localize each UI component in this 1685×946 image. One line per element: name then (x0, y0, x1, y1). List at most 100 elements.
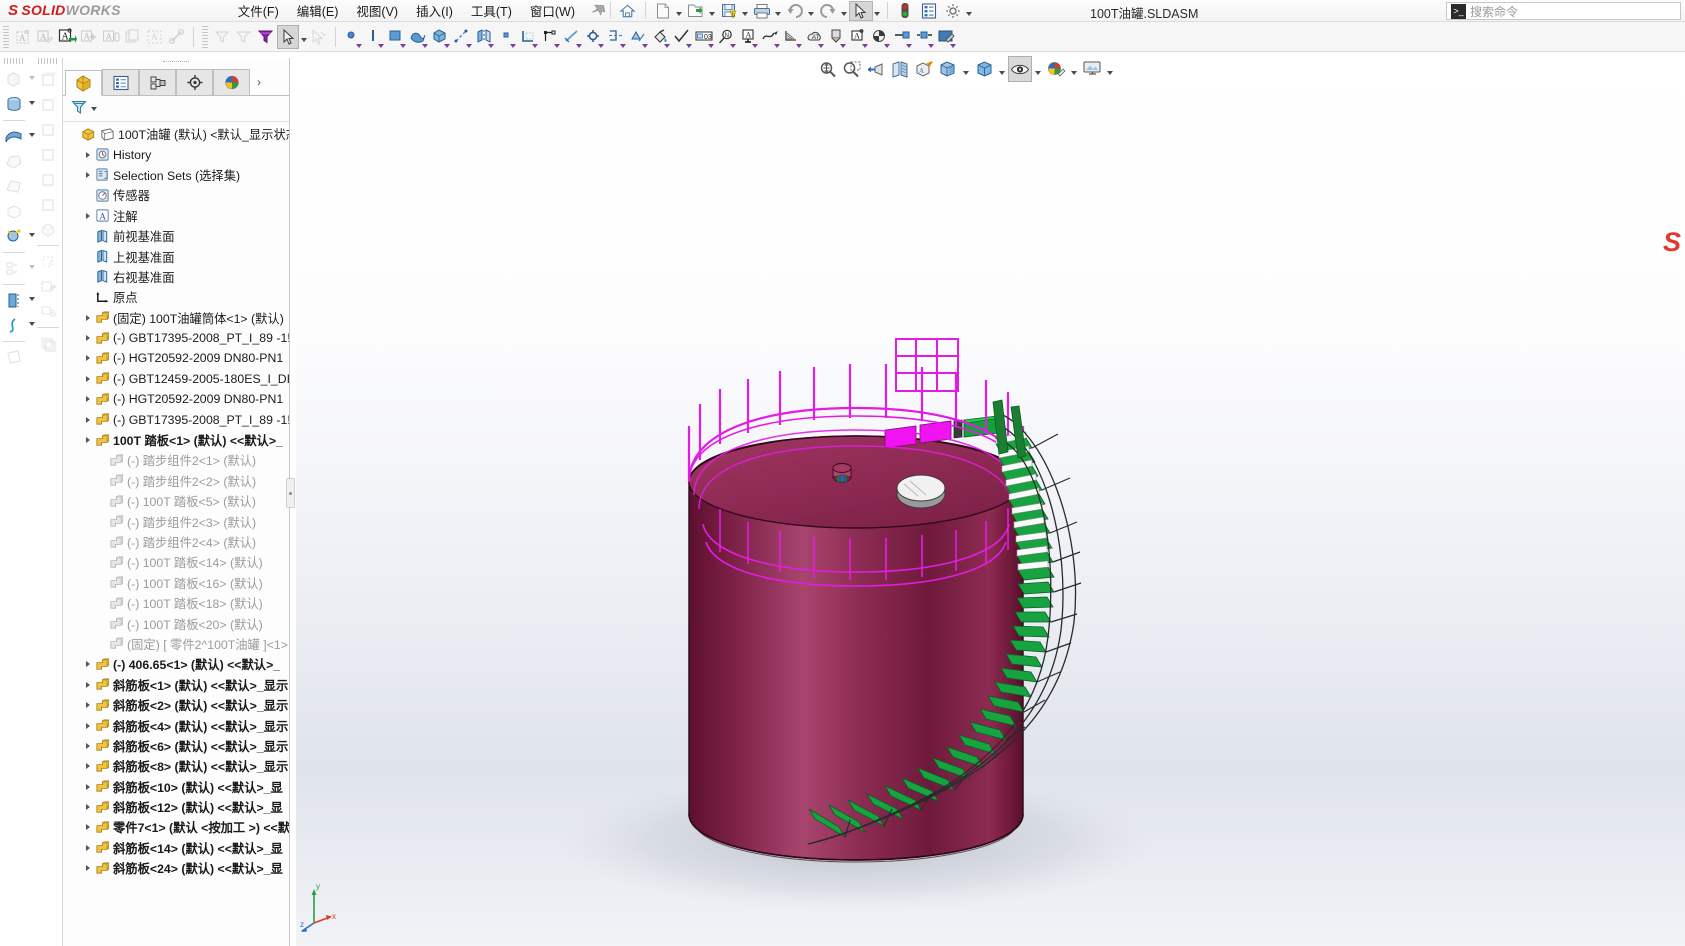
rib-icon[interactable] (1, 288, 35, 313)
expand-arrow-icon[interactable] (81, 841, 94, 854)
weld-symbol-icon[interactable] (781, 25, 803, 49)
expand-arrow-icon[interactable] (81, 719, 94, 732)
tree-node[interactable]: 斜筋板<4> (默认) <<默认>_显示 (63, 715, 289, 735)
panel-splitter-handle[interactable] (286, 478, 295, 508)
pattern-tool-icon[interactable] (627, 25, 649, 49)
select-caret[interactable] (873, 1, 882, 21)
toolbar-grip-2[interactable] (202, 25, 208, 48)
appearance-icon[interactable] (935, 25, 957, 49)
relation-tool-icon[interactable] (539, 25, 561, 49)
save-button[interactable]: ! (717, 1, 741, 21)
tree-node[interactable]: 100T 踏板<1> (默认) <<默认>_ (63, 430, 289, 450)
sweep-boss-icon[interactable] (1, 124, 35, 149)
point-small-icon[interactable] (495, 25, 517, 49)
rebuild-button[interactable] (893, 1, 917, 21)
surface-finish-icon[interactable] (671, 25, 693, 49)
home-button[interactable] (616, 1, 640, 21)
menu-file[interactable]: 文件(F) (229, 0, 288, 22)
tab-configuration-manager[interactable] (139, 69, 176, 95)
select-pointer-icon[interactable] (277, 24, 299, 49)
loft-boss-icon[interactable] (1, 149, 27, 174)
redo-caret[interactable] (840, 1, 849, 21)
toolbar-grip-1[interactable] (3, 25, 9, 48)
bottom-view-icon[interactable] (35, 192, 61, 217)
tree-node[interactable]: (-) GBT12459-2005-180ES_I_DI (63, 369, 289, 389)
extrude-tool-icon[interactable] (429, 25, 451, 49)
linear-note-icon[interactable] (891, 25, 913, 49)
expand-arrow-icon[interactable] (81, 393, 94, 406)
tree-node[interactable]: 100T油罐 (默认) <默认_显示状态 (63, 124, 289, 144)
filter-active-icon[interactable] (255, 25, 277, 49)
tree-node[interactable]: (-) HGT20592-2009 DN80-PN1 (63, 389, 289, 409)
right-view-icon[interactable] (35, 142, 61, 167)
spline-tool-icon[interactable] (407, 25, 429, 49)
expand-arrow-icon[interactable] (81, 168, 94, 181)
note-new-icon[interactable]: A (12, 25, 34, 49)
tree-node[interactable]: 斜筋板<6> (默认) <<默认>_显示 (63, 736, 289, 756)
configuration-icon[interactable] (35, 331, 61, 356)
edit-sketch-icon[interactable] (35, 274, 61, 299)
revolve-boss-icon[interactable] (1, 92, 35, 117)
options-caret[interactable] (965, 1, 974, 21)
center-mark-icon[interactable] (913, 25, 935, 49)
tree-node[interactable]: 斜筋板<12> (默认) <<默认>_显 (63, 797, 289, 817)
point-tool-icon[interactable] (341, 25, 363, 49)
expand-arrow-icon[interactable] (81, 372, 94, 385)
note-link-icon[interactable] (166, 25, 188, 49)
dimension-box-icon[interactable]: 03 (693, 25, 715, 49)
tree-node[interactable]: 右视基准面 (63, 267, 289, 287)
curve-icon[interactable] (1, 313, 35, 338)
tree-node[interactable]: 上视基准面 (63, 246, 289, 266)
select-other-icon[interactable] (308, 25, 330, 49)
feature-tree[interactable]: 100T油罐 (默认) <默认_显示状态 History Selection Set… (63, 122, 289, 946)
tab-feature-manager[interactable] (65, 70, 102, 96)
graphics-viewport[interactable]: A S y x z (296, 52, 1685, 946)
tree-node[interactable]: 斜筋板<1> (默认) <<默认>_显示 (63, 675, 289, 695)
tree-node[interactable]: (固定) [ 零件2^100T油罐 ]<1> (63, 634, 289, 654)
display-state-icon[interactable] (35, 299, 61, 324)
undo-caret[interactable] (807, 1, 816, 21)
tree-node[interactable]: 斜筋板<8> (默认) <<默认>_显示 (63, 756, 289, 776)
tree-node[interactable]: Selection Sets (选择集) (63, 165, 289, 185)
balloon-icon[interactable]: N (715, 25, 737, 49)
menu-insert[interactable]: 插入(I) (407, 0, 462, 22)
open-document-button[interactable] (684, 1, 708, 21)
dimension-tool-icon[interactable] (451, 25, 473, 49)
expand-arrow-icon[interactable] (81, 760, 94, 773)
tab-display-manager[interactable] (213, 69, 250, 95)
save-caret[interactable] (741, 1, 750, 21)
expand-arrow-icon[interactable] (81, 352, 94, 365)
block-icon[interactable]: A (847, 25, 869, 49)
fillet-icon[interactable] (1, 224, 35, 249)
open-document-caret[interactable] (708, 1, 717, 21)
cut-extrude-icon[interactable] (1, 199, 27, 224)
tree-node[interactable]: (-) 踏步组件2<3> (默认) (63, 511, 289, 531)
fill-tool-icon[interactable] (649, 25, 671, 49)
expand-arrow-icon[interactable] (81, 311, 94, 324)
hole-callout-icon[interactable] (825, 25, 847, 49)
undo-button[interactable] (783, 1, 807, 21)
tree-node[interactable]: (-) 100T 踏板<5> (默认) (63, 491, 289, 511)
tree-node[interactable]: 斜筋板<14> (默认) <<默认>_显 (63, 838, 289, 858)
tree-node[interactable]: 前视基准面 (63, 226, 289, 246)
tree-node[interactable]: (-) 踏步组件2<1> (默认) (63, 450, 289, 470)
tree-node[interactable]: 零件7<1> (默认 <按加工 >) <<默 (63, 817, 289, 837)
tree-node[interactable]: 斜筋板<10> (默认) <<默认>_显 (63, 777, 289, 797)
back-view-icon[interactable] (35, 92, 61, 117)
construction-line-icon[interactable] (561, 25, 583, 49)
note-area-icon[interactable]: A (144, 25, 166, 49)
datum-icon[interactable]: A (737, 25, 759, 49)
menu-edit[interactable]: 编辑(E) (288, 0, 348, 22)
menu-window[interactable]: 窗口(W) (521, 0, 584, 22)
expand-arrow-icon[interactable] (81, 148, 94, 161)
linear-pattern-icon[interactable] (1, 256, 35, 281)
extrude-boss-icon[interactable] (1, 67, 35, 92)
expand-arrow-icon[interactable] (81, 658, 94, 671)
trim-tool-icon[interactable] (517, 25, 539, 49)
new-document-caret[interactable] (675, 1, 684, 21)
tab-property-manager[interactable] (102, 69, 139, 95)
menu-tools[interactable]: 工具(T) (462, 0, 521, 22)
print-button[interactable] (750, 1, 774, 21)
redo-button[interactable] (816, 1, 840, 21)
expand-arrow-icon[interactable] (81, 413, 94, 426)
